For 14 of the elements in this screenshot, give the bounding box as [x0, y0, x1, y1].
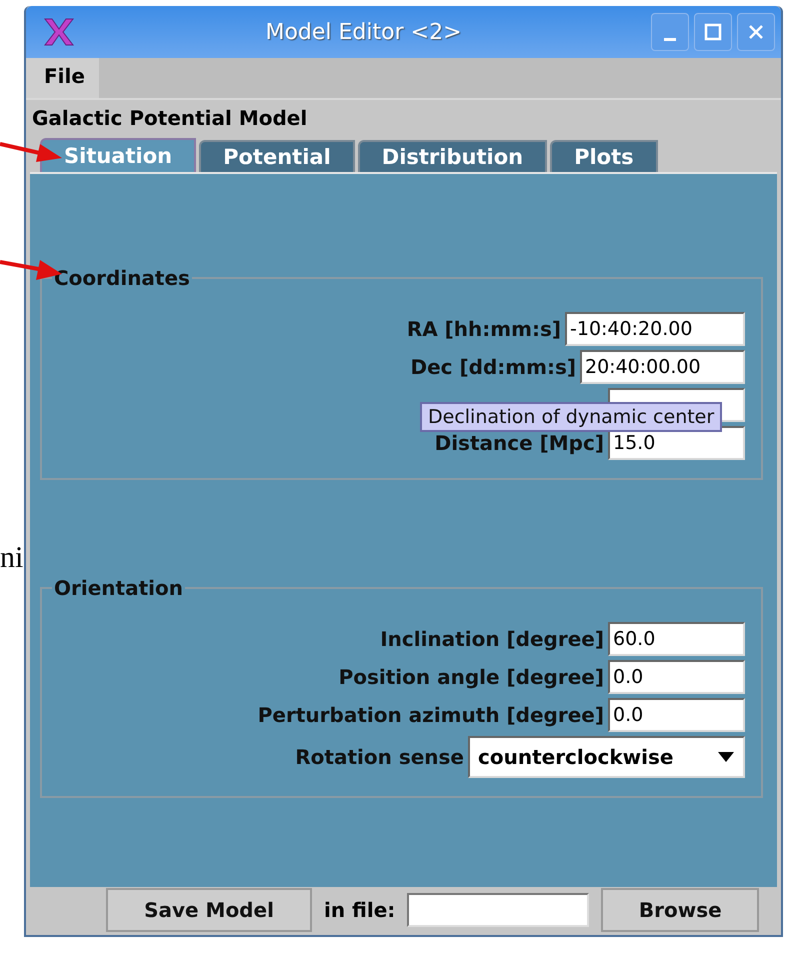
field-label: Rotation sense [295, 745, 464, 769]
field-label: Dec [dd:mm:s] [410, 355, 576, 379]
field-label: RA [hh:mm:s] [406, 317, 561, 341]
field-label: Inclination [degree] [380, 627, 604, 651]
window-title: Model Editor <2> [264, 20, 462, 44]
tooltip: Declination of dynamic center [420, 402, 722, 432]
file-label: in file: [324, 898, 396, 922]
model-title: Galactic Potential Model [31, 105, 308, 132]
field-label: Perturbation azimuth [degree] [258, 703, 604, 727]
field-label: Distance [Mpc] [434, 431, 604, 455]
field-label: Position angle [degree] [338, 665, 604, 689]
section-title: Orientation [53, 576, 184, 600]
page-text: ni [0, 541, 24, 575]
section-title: Coordinates [53, 266, 191, 290]
